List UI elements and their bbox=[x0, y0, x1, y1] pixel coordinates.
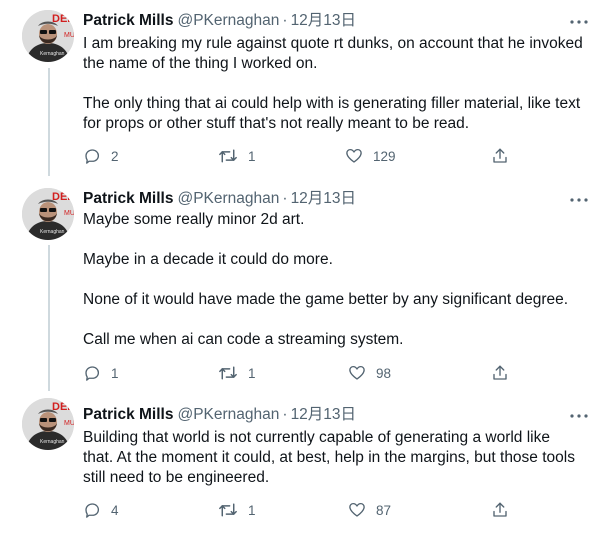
tweet-date[interactable]: 12月13日 bbox=[291, 406, 356, 423]
reply-icon bbox=[85, 366, 100, 381]
share-button[interactable] bbox=[491, 146, 509, 166]
svg-text:DER: DER bbox=[52, 191, 74, 203]
tweet-header: Patrick Mills @PKernaghan · 12月13日 bbox=[83, 10, 356, 32]
tweet[interactable]: DER MUS Kernaghan Patrick Mills@PKernagh… bbox=[0, 180, 609, 396]
reply-count: 2 bbox=[111, 148, 119, 164]
reply-count: 1 bbox=[111, 365, 119, 381]
svg-text:Kernaghan: Kernaghan bbox=[40, 229, 65, 235]
like-button[interactable]: 129 bbox=[345, 146, 396, 166]
tweet-text: I am breaking my rule against quote rt d… bbox=[83, 34, 583, 134]
tweet-paragraph bbox=[83, 310, 583, 330]
author-name[interactable]: Patrick Mills bbox=[83, 12, 173, 29]
share-button[interactable] bbox=[491, 500, 509, 520]
avatar[interactable]: DER MUS Kernaghan bbox=[22, 188, 74, 240]
more-icon[interactable] bbox=[569, 190, 589, 210]
avatar-image: DER MUS Kernaghan bbox=[22, 10, 74, 62]
svg-text:Kernaghan: Kernaghan bbox=[40, 51, 65, 57]
heart-icon bbox=[346, 148, 362, 163]
svg-text:MUS: MUS bbox=[64, 210, 74, 217]
reply-count: 4 bbox=[111, 502, 119, 518]
author-handle[interactable]: @PKernaghan bbox=[177, 12, 279, 29]
author-handle[interactable]: @PKernaghan bbox=[177, 406, 279, 423]
heart-icon bbox=[349, 365, 365, 380]
share-icon bbox=[493, 148, 507, 163]
retweet-count: 1 bbox=[248, 365, 256, 381]
tweet-actions: 2 1 129 bbox=[83, 146, 523, 166]
tweet-text: Building that world is not currently cap… bbox=[83, 428, 583, 488]
tweet-text: Maybe some really minor 2d art. Maybe in… bbox=[83, 210, 583, 350]
more-icon[interactable] bbox=[569, 406, 589, 426]
tweet-date[interactable]: 12月13日 bbox=[291, 190, 356, 207]
retweet-count: 1 bbox=[248, 502, 256, 518]
author-handle[interactable]: @PKernaghan bbox=[177, 190, 279, 207]
reply-icon bbox=[85, 503, 100, 518]
tweet-header: Patrick Mills @PKernaghan · 12月13日 bbox=[83, 188, 356, 210]
tweet-paragraph: Call me when ai can code a streaming sys… bbox=[83, 331, 404, 348]
like-button[interactable]: 98 bbox=[348, 363, 391, 383]
tweet-header: Patrick Mills @PKernaghan · 12月13日 bbox=[83, 404, 356, 426]
author-name[interactable]: Patrick Mills bbox=[83, 406, 173, 423]
avatar[interactable]: DER MUS Kernaghan bbox=[22, 10, 74, 62]
heart-icon bbox=[349, 502, 365, 517]
tweet-paragraph: Maybe some really minor 2d art. bbox=[83, 211, 305, 228]
tweet-paragraph: Building that world is not currently cap… bbox=[83, 429, 575, 486]
svg-text:DER: DER bbox=[52, 13, 74, 25]
tweet-actions: 4 1 87 bbox=[83, 500, 523, 520]
svg-text:DER: DER bbox=[52, 401, 74, 413]
share-button[interactable] bbox=[491, 363, 509, 383]
avatar[interactable]: DER MUS Kernaghan bbox=[22, 398, 74, 450]
retweet-count: 1 bbox=[248, 148, 256, 164]
retweet-button[interactable]: 1 bbox=[218, 500, 256, 520]
svg-text:Kernaghan: Kernaghan bbox=[40, 439, 65, 445]
tweet[interactable]: DER MUS Kernaghan Patrick Mills@PKernagh… bbox=[0, 0, 609, 180]
like-button[interactable]: 87 bbox=[348, 500, 391, 520]
separator: · bbox=[282, 12, 288, 29]
tweet[interactable]: DER MUS Kernaghan Patrick Mills@PKernagh… bbox=[0, 396, 609, 538]
retweet-button[interactable]: 1 bbox=[218, 363, 256, 383]
tweet-paragraph bbox=[83, 270, 583, 290]
more-icon[interactable] bbox=[569, 12, 589, 32]
separator: · bbox=[282, 406, 288, 423]
tweet-actions: 1 1 98 bbox=[83, 363, 523, 383]
separator: · bbox=[282, 190, 288, 207]
reply-button[interactable]: 1 bbox=[83, 363, 119, 383]
author-name[interactable]: Patrick Mills bbox=[83, 190, 173, 207]
tweet-paragraph: Maybe in a decade it could do more. bbox=[83, 251, 333, 268]
tweet-thread: DER MUS Kernaghan Patrick Mills@PKernagh… bbox=[0, 0, 609, 538]
retweet-icon bbox=[219, 366, 237, 380]
like-count: 98 bbox=[376, 365, 392, 381]
tweet-paragraph: None of it would have made the game bett… bbox=[83, 291, 569, 308]
svg-text:MUS: MUS bbox=[64, 32, 74, 39]
tweet-paragraph bbox=[83, 230, 583, 250]
share-icon bbox=[493, 365, 507, 380]
retweet-icon bbox=[219, 503, 237, 517]
reply-button[interactable]: 2 bbox=[83, 146, 119, 166]
share-icon bbox=[493, 502, 507, 517]
avatar-image: DER MUS Kernaghan bbox=[22, 398, 74, 450]
tweet-paragraph: I am breaking my rule against quote rt d… bbox=[83, 35, 583, 72]
tweet-paragraph bbox=[83, 74, 583, 94]
svg-text:MUS: MUS bbox=[64, 420, 74, 427]
like-count: 129 bbox=[373, 148, 396, 164]
tweet-date[interactable]: 12月13日 bbox=[291, 12, 356, 29]
retweet-button[interactable]: 1 bbox=[218, 146, 256, 166]
reply-icon bbox=[85, 149, 100, 164]
retweet-icon bbox=[219, 149, 237, 163]
reply-button[interactable]: 4 bbox=[83, 500, 119, 520]
like-count: 87 bbox=[376, 502, 392, 518]
avatar-image: DER MUS Kernaghan bbox=[22, 188, 74, 240]
tweet-paragraph: The only thing that ai could help with i… bbox=[83, 95, 581, 132]
